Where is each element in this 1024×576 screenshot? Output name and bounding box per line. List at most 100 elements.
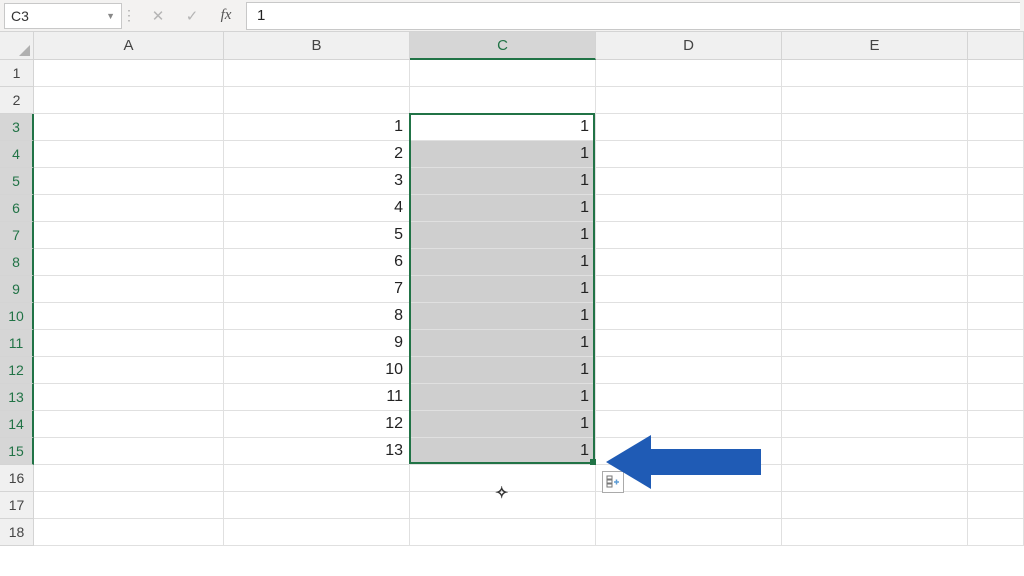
cell[interactable]: 13	[224, 438, 410, 465]
cell[interactable]: 2	[224, 141, 410, 168]
cell[interactable]: 1	[410, 384, 596, 411]
cell[interactable]	[596, 330, 782, 357]
cell[interactable]: 1	[410, 357, 596, 384]
cell[interactable]: 1	[224, 114, 410, 141]
cell[interactable]	[782, 411, 968, 438]
cell[interactable]: 10	[224, 357, 410, 384]
cell[interactable]	[782, 330, 968, 357]
row-header[interactable]: 7	[0, 222, 34, 249]
cell[interactable]	[968, 114, 1024, 141]
cell[interactable]	[968, 411, 1024, 438]
row-header[interactable]: 9	[0, 276, 34, 303]
cell[interactable]	[34, 357, 224, 384]
cell[interactable]	[782, 465, 968, 492]
cell[interactable]	[968, 195, 1024, 222]
cell[interactable]: 6	[224, 249, 410, 276]
cell[interactable]: 1	[410, 141, 596, 168]
cell[interactable]: 1	[410, 168, 596, 195]
col-header-C[interactable]: C	[410, 32, 596, 60]
cell[interactable]	[34, 114, 224, 141]
cell[interactable]	[782, 492, 968, 519]
cell[interactable]: 5	[224, 222, 410, 249]
cell[interactable]	[968, 60, 1024, 87]
row-header[interactable]: 2	[0, 87, 34, 114]
cell[interactable]	[34, 330, 224, 357]
name-box-dropdown-icon[interactable]: ▼	[106, 11, 115, 21]
cell[interactable]	[596, 519, 782, 546]
col-header-B[interactable]: B	[224, 32, 410, 60]
cell[interactable]	[596, 357, 782, 384]
cell[interactable]	[782, 303, 968, 330]
cell[interactable]	[782, 87, 968, 114]
cell[interactable]	[34, 438, 224, 465]
cell[interactable]: 1	[410, 195, 596, 222]
cell[interactable]	[224, 87, 410, 114]
cell[interactable]	[782, 222, 968, 249]
cell[interactable]	[782, 357, 968, 384]
cell[interactable]	[968, 357, 1024, 384]
cell[interactable]	[34, 465, 224, 492]
cell[interactable]	[782, 519, 968, 546]
formula-input[interactable]: 1	[246, 2, 1020, 30]
cell[interactable]	[34, 384, 224, 411]
cell[interactable]	[968, 87, 1024, 114]
cell[interactable]: 4	[224, 195, 410, 222]
cell[interactable]	[968, 384, 1024, 411]
cell[interactable]	[34, 303, 224, 330]
cell[interactable]	[968, 519, 1024, 546]
cell[interactable]	[34, 141, 224, 168]
cell[interactable]	[410, 60, 596, 87]
cell[interactable]: 1	[410, 303, 596, 330]
cell[interactable]: 1	[410, 411, 596, 438]
cell[interactable]	[34, 519, 224, 546]
cell[interactable]: 1	[410, 438, 596, 465]
cell[interactable]	[968, 465, 1024, 492]
cell[interactable]: 9	[224, 330, 410, 357]
cell[interactable]: 8	[224, 303, 410, 330]
cell[interactable]	[968, 303, 1024, 330]
cell[interactable]	[968, 168, 1024, 195]
cell[interactable]: 3	[224, 168, 410, 195]
row-header[interactable]: 11	[0, 330, 34, 357]
cell[interactable]	[34, 60, 224, 87]
select-all-corner[interactable]	[0, 32, 34, 60]
col-header-D[interactable]: D	[596, 32, 782, 60]
cell[interactable]	[968, 141, 1024, 168]
cell[interactable]: 1	[410, 276, 596, 303]
cell[interactable]	[34, 249, 224, 276]
cell[interactable]	[596, 303, 782, 330]
cell[interactable]: 1	[410, 330, 596, 357]
cell[interactable]	[782, 114, 968, 141]
row-header[interactable]: 13	[0, 384, 34, 411]
cell[interactable]	[782, 249, 968, 276]
cell[interactable]	[596, 195, 782, 222]
row-header[interactable]: 16	[0, 465, 34, 492]
cell[interactable]	[968, 330, 1024, 357]
col-header-E[interactable]: E	[782, 32, 968, 60]
cell[interactable]	[596, 384, 782, 411]
cell[interactable]	[224, 492, 410, 519]
cell[interactable]	[782, 168, 968, 195]
row-header[interactable]: 12	[0, 357, 34, 384]
cell[interactable]	[596, 87, 782, 114]
row-header[interactable]: 17	[0, 492, 34, 519]
col-header-extra[interactable]	[968, 32, 1024, 60]
cell[interactable]	[782, 438, 968, 465]
row-header[interactable]: 8	[0, 249, 34, 276]
cell[interactable]: 1	[410, 114, 596, 141]
cell[interactable]	[968, 438, 1024, 465]
cell[interactable]	[34, 222, 224, 249]
cell[interactable]	[224, 519, 410, 546]
cell[interactable]	[596, 276, 782, 303]
row-header[interactable]: 6	[0, 195, 34, 222]
row-header[interactable]: 5	[0, 168, 34, 195]
cell[interactable]	[782, 60, 968, 87]
cell[interactable]	[782, 384, 968, 411]
row-header[interactable]: 1	[0, 60, 34, 87]
cell[interactable]	[596, 141, 782, 168]
cell[interactable]: 1	[410, 222, 596, 249]
cell[interactable]	[34, 195, 224, 222]
cell[interactable]	[34, 87, 224, 114]
cell[interactable]	[968, 276, 1024, 303]
cell[interactable]	[968, 492, 1024, 519]
